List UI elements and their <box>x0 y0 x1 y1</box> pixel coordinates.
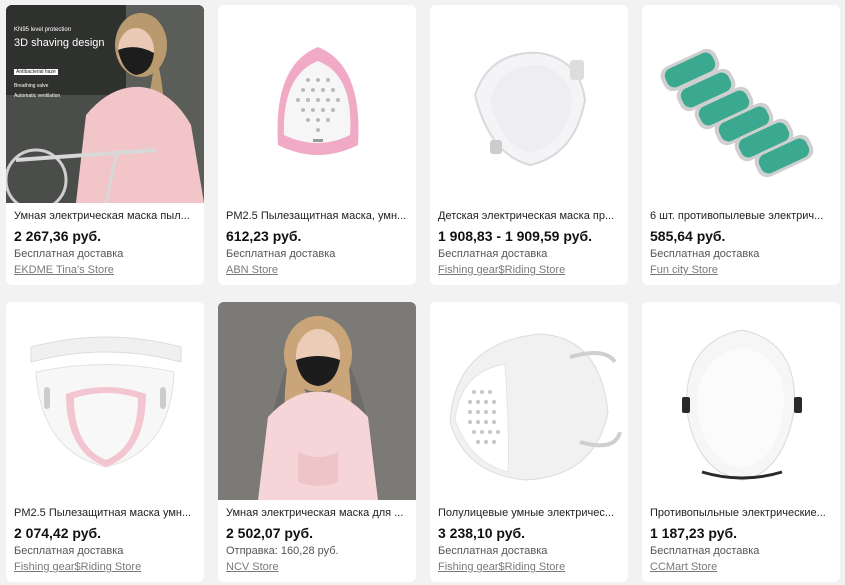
product-card[interactable]: Противопыльные электрические... 1 187,23… <box>642 302 840 582</box>
shipping-info: Отправка: 160,28 руб. <box>226 545 339 557</box>
shipping-info: Бесплатная доставка <box>14 545 124 557</box>
product-price: 612,23 руб. <box>226 228 302 244</box>
product-card[interactable]: KN95 level protection 3D shaving design … <box>6 5 204 285</box>
product-title[interactable]: Умная электрическая маска пыл... <box>14 210 196 222</box>
store-link[interactable]: CCMart Store <box>650 561 717 573</box>
product-card[interactable]: 6 шт. противопылевые электрич... 585,64 … <box>642 5 840 285</box>
product-card[interactable]: PM2.5 Пылезащитная маска, умн... 612,23 … <box>218 5 416 285</box>
product-card[interactable]: PM2.5 Пылезащитная маска умн... 2 074,42… <box>6 302 204 582</box>
product-card[interactable]: Детская электрическая маска пр... 1 908,… <box>430 5 628 285</box>
pink-mask-icon[interactable] <box>218 5 416 203</box>
clear-mask-icon[interactable] <box>6 302 204 500</box>
product-price: 1 187,23 руб. <box>650 525 738 541</box>
shipping-info: Бесплатная доставка <box>14 248 124 260</box>
product-price: 3 238,10 руб. <box>438 525 526 541</box>
woman-with-bike-mask-photo[interactable]: KN95 level protection 3D shaving design … <box>6 5 204 203</box>
shipping-info: Бесплатная доставка <box>438 248 548 260</box>
product-title[interactable]: PM2.5 Пылезащитная маска, умн... <box>226 210 408 222</box>
product-price: 2 502,07 руб. <box>226 525 314 541</box>
product-title[interactable]: Противопыльные электрические... <box>650 507 832 519</box>
white-halfface-mask-icon[interactable] <box>430 302 628 500</box>
filter-pads-icon[interactable] <box>642 5 840 203</box>
product-price: 1 908,83 - 1 909,59 руб. <box>438 228 593 244</box>
shipping-info: Бесплатная доставка <box>438 545 548 557</box>
shipping-info: Бесплатная доставка <box>650 248 760 260</box>
product-price: 2 074,42 руб. <box>14 525 102 541</box>
overlay-line2: 3D shaving design <box>14 37 105 49</box>
overlay-line1: KN95 level protection <box>14 27 72 33</box>
product-title[interactable]: Детская электрическая маска пр... <box>438 210 620 222</box>
white-mask-front-icon[interactable] <box>642 302 840 500</box>
product-price: 2 267,36 руб. <box>14 228 102 244</box>
product-title[interactable]: PM2.5 Пылезащитная маска умн... <box>14 507 196 519</box>
product-title[interactable]: Умная электрическая маска для ... <box>226 507 408 519</box>
product-title[interactable]: 6 шт. противопылевые электрич... <box>650 210 832 222</box>
product-price: 585,64 руб. <box>650 228 726 244</box>
store-link[interactable]: EKDME Tina's Store <box>14 264 114 276</box>
store-link[interactable]: ABN Store <box>226 264 278 276</box>
store-link[interactable]: Fishing gear$Riding Store <box>438 561 565 573</box>
store-link[interactable]: Fishing gear$Riding Store <box>438 264 565 276</box>
product-title[interactable]: Полулицевые умные электричес... <box>438 507 620 519</box>
overlay-line4: Breathing valve <box>14 83 49 89</box>
product-grid: KN95 level protection 3D shaving design … <box>0 0 845 585</box>
woman-black-mask-photo[interactable] <box>218 302 416 500</box>
overlay-line3: Antibacterial haze <box>14 69 58 75</box>
white-mask-icon[interactable] <box>430 5 628 203</box>
product-card[interactable]: Умная электрическая маска для ... 2 502,… <box>218 302 416 582</box>
shipping-info: Бесплатная доставка <box>650 545 760 557</box>
store-link[interactable]: Fishing gear$Riding Store <box>14 561 141 573</box>
store-link[interactable]: NCV Store <box>226 561 279 573</box>
product-card[interactable]: Полулицевые умные электричес... 3 238,10… <box>430 302 628 582</box>
overlay-line5: Automatic ventilation <box>14 93 61 99</box>
store-link[interactable]: Fun city Store <box>650 264 718 276</box>
shipping-info: Бесплатная доставка <box>226 248 336 260</box>
